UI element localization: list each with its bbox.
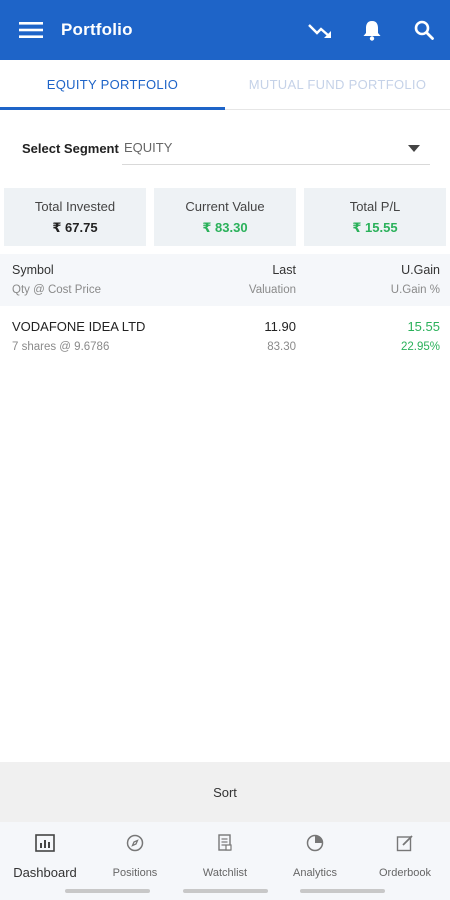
edit-icon (396, 834, 414, 857)
nav-label-dashboard: Dashboard (13, 865, 77, 880)
tab-mutual-fund-portfolio[interactable]: MUTUAL FUND PORTFOLIO (225, 60, 450, 109)
watchlist-icon (217, 834, 233, 857)
compass-icon (126, 834, 144, 857)
header-ugain: U.Gain (401, 263, 440, 277)
page-title: Portfolio (61, 20, 133, 39)
holding-valuation: 83.30 (267, 341, 296, 353)
current-value-card: Current Value ₹ 83.30 (154, 188, 296, 246)
holdings-table-header: Symbol Last U.Gain Qty @ Cost Price Valu… (0, 254, 450, 306)
dashboard-icon (35, 834, 55, 857)
header-qty-cost: Qty @ Cost Price (12, 284, 101, 296)
portfolio-tabs: EQUITY PORTFOLIO MUTUAL FUND PORTFOLIO (0, 60, 450, 110)
holding-symbol: VODAFONE IDEA LTD (12, 319, 146, 334)
total-invested-value: ₹ 67.75 (52, 219, 98, 235)
total-pl-card: Total P/L ₹ 15.55 (304, 188, 446, 246)
table-row[interactable]: VODAFONE IDEA LTD 11.90 15.55 7 shares @… (0, 310, 450, 362)
summary-cards: Total Invested ₹ 67.75 Current Value ₹ 8… (4, 188, 446, 246)
tab-equity-portfolio[interactable]: EQUITY PORTFOLIO (0, 60, 225, 110)
segment-label: Select Segment (22, 140, 119, 156)
header-valuation: Valuation (248, 284, 296, 296)
nav-label-watchlist: Watchlist (202, 867, 248, 879)
portfolio-screen: Portfolio EQUITY PORTFOLIO MUTUAL FUND P… (0, 0, 450, 900)
total-invested-card: Total Invested ₹ 67.75 (4, 188, 146, 246)
pie-chart-icon (306, 834, 324, 857)
header-last: Last (272, 263, 296, 277)
gesture-bar-right (300, 889, 385, 893)
total-pl-label: Total P/L (349, 198, 401, 214)
nav-label-positions: Positions (112, 867, 158, 879)
total-invested-label: Total Invested (34, 198, 116, 214)
nav-label-analytics: Analytics (292, 867, 338, 879)
search-icon[interactable] (398, 0, 450, 60)
holding-qty-cost: 7 shares @ 9.6786 (12, 341, 110, 353)
app-bar: Portfolio (0, 0, 450, 60)
dropdown-arrow-icon (408, 140, 420, 155)
sort-button[interactable]: Sort (0, 762, 450, 822)
holding-ugain: 15.55 (407, 319, 440, 334)
trend-down-icon[interactable] (294, 0, 346, 60)
segment-selector: Select Segment EQUITY (22, 130, 430, 166)
nav-label-orderbook: Orderbook (379, 867, 431, 879)
gesture-bar-left (65, 889, 150, 893)
current-value-label: Current Value (185, 198, 265, 214)
holding-last: 11.90 (264, 319, 296, 334)
menu-icon[interactable] (0, 0, 62, 60)
header-ugain-pct: U.Gain % (390, 284, 440, 296)
segment-value: EQUITY (124, 140, 173, 155)
total-pl-value: ₹ 15.55 (352, 219, 398, 235)
holding-ugain-pct: 22.95% (400, 341, 440, 353)
current-value-value: ₹ 83.30 (202, 219, 248, 235)
bell-icon[interactable] (346, 0, 398, 60)
segment-dropdown[interactable]: EQUITY (122, 131, 430, 165)
gesture-bar-center (183, 889, 268, 893)
header-symbol: Symbol (12, 263, 54, 277)
